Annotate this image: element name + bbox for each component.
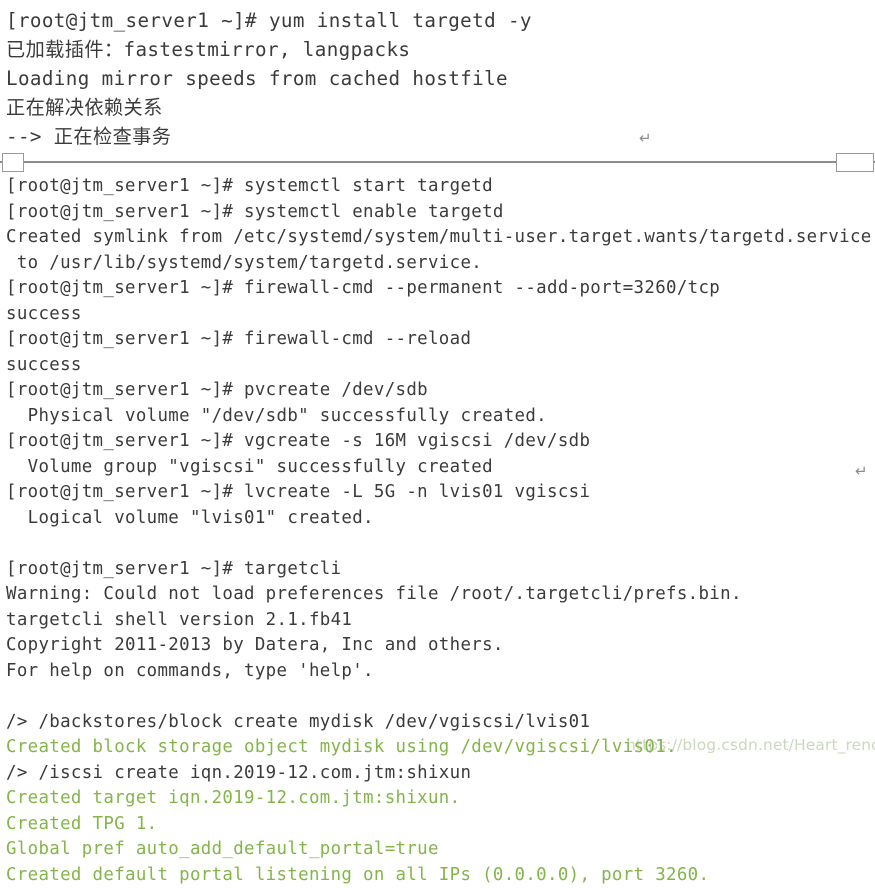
terminal-window: [root@jtm_server1 ~]# yum install target… (0, 0, 875, 762)
terminal-line: Created TPG 1. (6, 812, 875, 838)
terminal-pane-bottom[interactable]: [root@jtm_server1 ~]# systemctl start ta… (0, 170, 875, 762)
terminal-line: Volume group "vgiscsi" successfully crea… (6, 455, 875, 481)
terminal-line: Warning: Could not load preferences file… (6, 582, 875, 608)
return-marker-icon: ↵ (639, 131, 652, 146)
terminal-line: [root@jtm_server1 ~]# systemctl enable t… (6, 200, 875, 226)
terminal-line: /> /iscsi create iqn.2019-12.com.jtm:shi… (6, 761, 875, 787)
terminal-line: Created default portal listening on all … (6, 863, 875, 888)
terminal-pane-top[interactable]: [root@jtm_server1 ~]# yum install target… (0, 0, 875, 152)
splitter-rule (0, 161, 875, 163)
terminal-line: [root@jtm_server1 ~]# lvcreate -L 5G -n … (6, 480, 875, 506)
terminal-line: --> 正在检查事务 (6, 122, 875, 151)
terminal-line: [root@jtm_server1 ~]# targetcli (6, 557, 875, 583)
terminal-line: [root@jtm_server1 ~]# firewall-cmd --per… (6, 276, 875, 302)
terminal-line: success (6, 302, 875, 328)
terminal-line: 正在解决依赖关系 (6, 93, 875, 122)
terminal-line (6, 531, 875, 557)
terminal-line: Physical volume "/dev/sdb" successfully … (6, 404, 875, 430)
terminal-line: [root@jtm_server1 ~]# vgcreate -s 16M vg… (6, 429, 875, 455)
terminal-line: [root@jtm_server1 ~]# pvcreate /dev/sdb (6, 378, 875, 404)
terminal-line: Loading mirror speeds from cached hostfi… (6, 64, 875, 93)
terminal-line: Copyright 2011-2013 by Datera, Inc and o… (6, 633, 875, 659)
terminal-line: [root@jtm_server1 ~]# yum install target… (6, 6, 875, 35)
terminal-line: /> /backstores/block create mydisk /dev/… (6, 710, 875, 736)
terminal-line: [root@jtm_server1 ~]# firewall-cmd --rel… (6, 327, 875, 353)
terminal-line: For help on commands, type 'help'. (6, 659, 875, 685)
terminal-line: [root@jtm_server1 ~]# systemctl start ta… (6, 174, 875, 200)
terminal-line: to /usr/lib/systemd/system/targetd.servi… (6, 251, 875, 277)
terminal-line: targetcli shell version 2.1.fb41 (6, 608, 875, 634)
terminal-line: Created target iqn.2019-12.com.jtm:shixu… (6, 786, 875, 812)
terminal-line: success (6, 353, 875, 379)
terminal-line: Logical volume "lvis01" created. (6, 506, 875, 532)
csdn-watermark: https://blog.csdn.net/Heart_rending (626, 735, 875, 755)
terminal-line (6, 684, 875, 710)
terminal-line: Global pref auto_add_default_portal=true (6, 837, 875, 863)
terminal-line: 已加载插件：fastestmirror, langpacks (6, 35, 875, 64)
return-marker-icon: ↵ (855, 464, 868, 479)
terminal-line: Created symlink from /etc/systemd/system… (6, 225, 875, 251)
